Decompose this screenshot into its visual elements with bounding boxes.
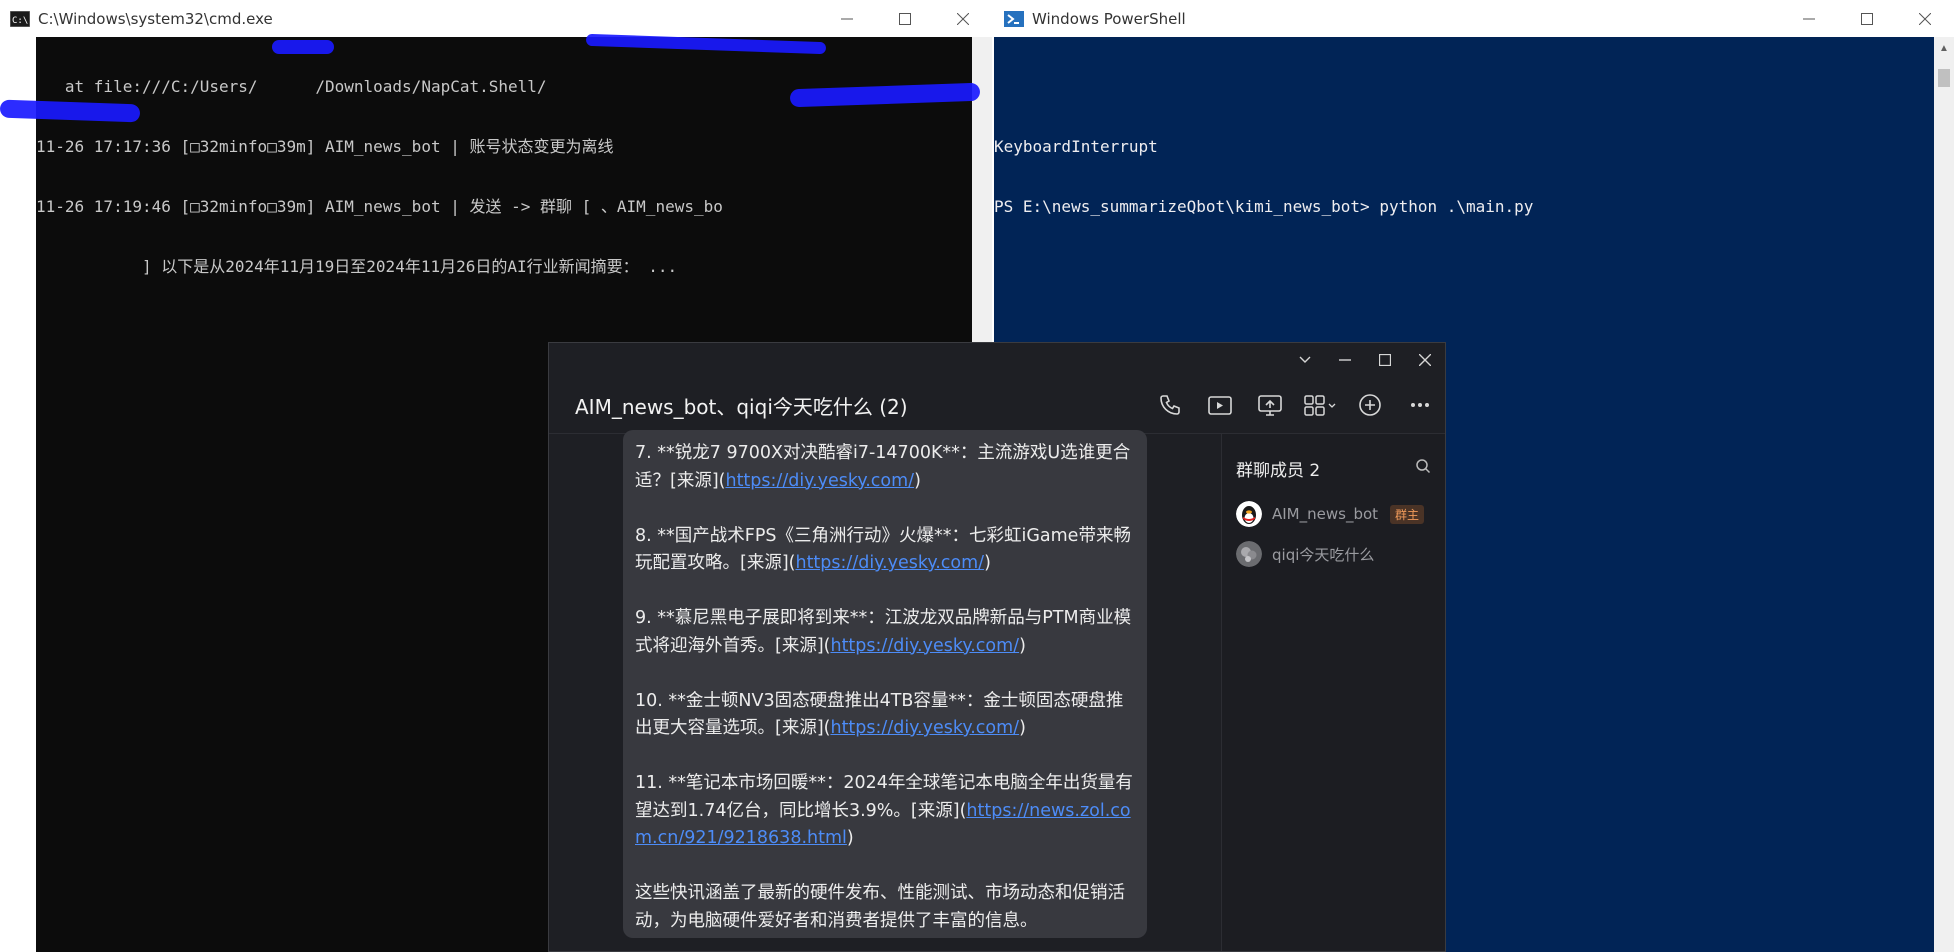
powershell-app-icon [1004,10,1024,27]
message-paragraph: 7. **锐龙7 9700X对决酷睿i7-14700K**：主流游戏U选谁更合适… [635,443,1131,491]
chat-header: AIM_news_bot、qiqi今天吃什么 (2) [549,377,1445,434]
video-icon [1208,396,1232,415]
message-paragraph: 8. **国产战术FPS《三角洲行动》火爆**：七彩虹iGame带来畅玩配置攻略… [635,525,1131,574]
console-line: ] 以下是从2024年11月19日至2024年11月26日的AI行业新闻摘要： … [36,257,678,276]
powershell-scrollbar[interactable]: ▲ [1934,37,1954,952]
chat-message-area[interactable]: 7. **锐龙7 9700X对决酷睿i7-14700K**：主流游戏U选谁更合适… [549,430,1221,951]
phone-icon [1160,395,1180,415]
maximize-button[interactable] [876,0,934,37]
member-list-title: 群聊成员 2 [1236,461,1321,481]
video-call-button[interactable] [1195,387,1245,423]
apps-button[interactable] [1295,387,1345,423]
powershell-titlebar[interactable]: Windows PowerShell [994,0,1954,37]
close-icon [1919,12,1931,25]
source-link[interactable]: https://diy.yesky.com/ [725,471,914,491]
message-paragraph: 这些快讯涵盖了最新的硬件发布、性能测试、市场动态和促销活动，为电脑硬件爱好者和消… [635,883,1125,931]
cmd-window-title: C:\Windows\system32\cmd.exe [38,9,273,28]
close-button[interactable] [1405,343,1445,377]
svg-text:C:\: C:\ [12,16,28,26]
message-bubble[interactable]: 7. **锐龙7 9700X对决酷睿i7-14700K**：主流游戏U选谁更合适… [623,430,1147,938]
owner-badge: 群主 [1390,504,1425,524]
avatar [1236,541,1262,567]
minimize-icon [1803,18,1815,19]
scroll-up-arrow-icon[interactable]: ▲ [1934,39,1954,59]
dropdown-button[interactable] [1285,343,1325,377]
close-button[interactable] [1896,0,1954,37]
member-item[interactable]: qiqi今天吃什么 [1236,539,1374,569]
console-line: 11-26 17:19:46 [□32minfo□39m] AIM_news_b… [36,197,723,216]
source-link[interactable]: https://diy.yesky.com/ [795,553,984,573]
chat-title: AIM_news_bot、qiqi今天吃什么 (2) [575,395,908,419]
close-icon [1419,354,1431,366]
maximize-icon [899,12,911,25]
member-sidebar: 群聊成员 2 AIM_news_bot 群主 qiqi今天吃什么 [1221,434,1445,951]
minimize-icon [841,18,853,19]
message-paragraph: 10. **金士顿NV3固态硬盘推出4TB容量**：金士顿固态硬盘推出更大容量选… [635,690,1124,739]
console-line: PS E:\news_summarizeQbot\kimi_news_bot> … [994,197,1534,216]
member-name: qiqi今天吃什么 [1272,545,1375,564]
member-search-button[interactable] [1415,458,1431,478]
chat-toolbar [1145,387,1445,423]
more-button[interactable] [1395,387,1445,423]
minimize-button[interactable] [818,0,876,37]
console-line: ^^^^^^^^^^^^^^ [994,77,1149,88]
cmd-app-icon: C:\ [10,10,30,27]
powershell-window-title: Windows PowerShell [1032,9,1186,28]
maximize-icon [1861,12,1873,25]
apps-icon [1304,395,1336,416]
chevron-down-icon [1299,356,1311,363]
screen-share-button[interactable] [1245,387,1295,423]
scrollbar-thumb[interactable] [1938,69,1950,87]
member-name: AIM_news_bot [1272,505,1379,523]
avatar [1236,501,1262,527]
minimize-button[interactable] [1325,343,1365,377]
console-line: 11-26 17:17:36 [□32minfo□39m] AIM_news_b… [36,137,614,156]
console-line: KeyboardInterrupt [994,137,1158,156]
close-icon [957,12,969,25]
maximize-icon [1379,354,1391,366]
voice-call-button[interactable] [1145,387,1195,423]
message-paragraph: 9. **慕尼黑电子展即将到来**：江波龙双品牌新品与PTM商业模式将迎海外首秀… [635,608,1132,656]
qq-chat-window[interactable]: AIM_news_bot、qiqi今天吃什么 (2) 7. **锐龙7 9700… [548,342,1446,952]
maximize-button[interactable] [1365,343,1405,377]
cmd-left-edge [0,37,36,952]
qq-window-controls [1285,343,1445,377]
add-icon [1359,394,1381,416]
cmd-titlebar[interactable]: C:\ C:\Windows\system32\cmd.exe [0,0,992,37]
close-button[interactable] [934,0,992,37]
minimize-button[interactable] [1780,0,1838,37]
more-icon [1411,403,1429,407]
redaction-scribble [272,40,334,54]
source-link[interactable]: https://diy.yesky.com/ [830,636,1019,656]
message-paragraph: 11. **笔记本市场回暖**：2024年全球笔记本电脑全年出货量有望达到1.7… [635,773,1133,848]
source-link[interactable]: https://diy.yesky.com/ [830,718,1019,738]
add-button[interactable] [1345,387,1395,423]
search-icon [1416,459,1431,474]
maximize-button[interactable] [1838,0,1896,37]
minimize-icon [1339,359,1351,361]
member-item[interactable]: AIM_news_bot 群主 [1236,499,1425,529]
screen-share-icon [1258,395,1282,416]
